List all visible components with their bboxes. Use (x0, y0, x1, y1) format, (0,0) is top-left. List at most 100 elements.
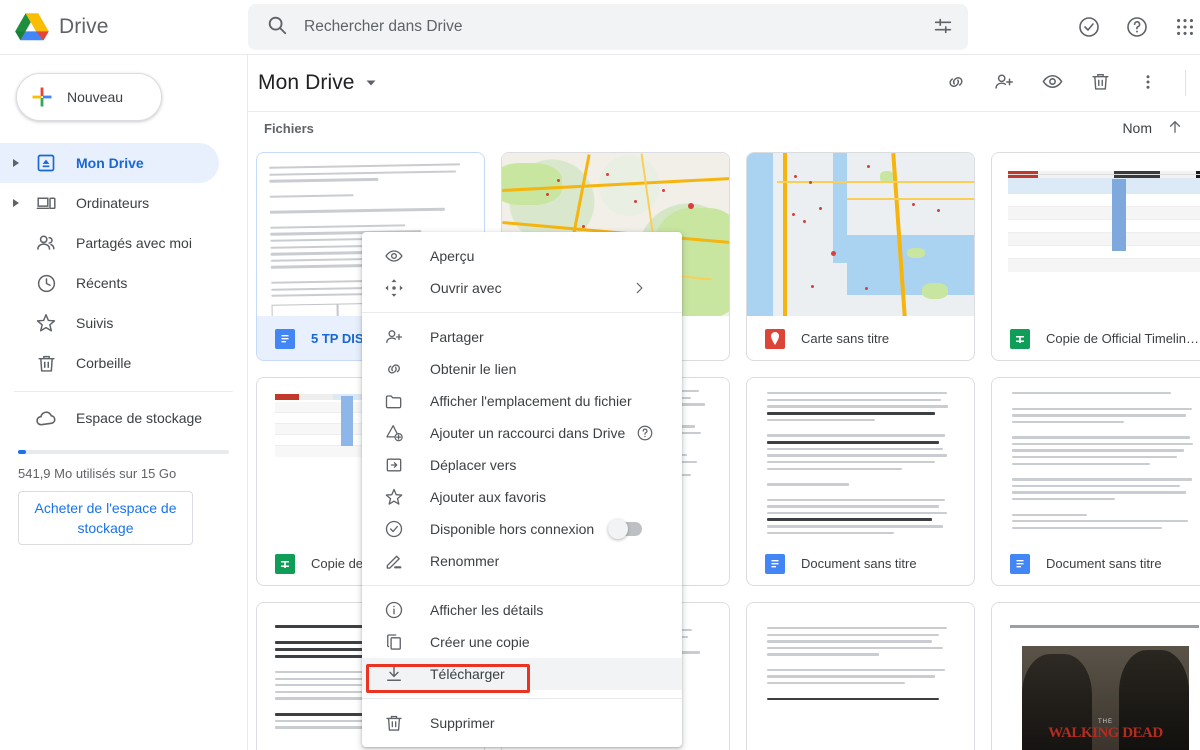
menu-item-ajouter-aux-favoris[interactable]: Ajouter aux favoris (362, 481, 682, 513)
person-add-icon (993, 71, 1015, 96)
file-name: Copie de Official Timeline... (1046, 331, 1200, 347)
expand-caret-icon[interactable] (6, 158, 26, 168)
sort-label: Nom (1122, 120, 1152, 136)
sidebar-item-suivis[interactable]: Suivis (0, 303, 219, 343)
sidebar-item-partages-avec-moi[interactable]: Partagés avec moi (0, 223, 219, 263)
sidebar-item-mon-drive[interactable]: Mon Drive (0, 143, 219, 183)
recent-clock-icon (34, 271, 58, 295)
sheets-file-icon (275, 553, 295, 574)
shared-with-me-icon (34, 231, 58, 255)
file-card[interactable]: Copie de Official Timeline... (991, 152, 1200, 361)
support-check-icon[interactable] (1070, 8, 1108, 46)
move-to-icon (384, 455, 404, 475)
file-card[interactable]: Document sans titre (746, 377, 975, 586)
header-divider (1185, 70, 1186, 96)
delete-button[interactable] (1081, 64, 1119, 102)
arrow-up-icon[interactable] (1166, 118, 1184, 139)
file-card-footer: Carte sans titre (747, 316, 974, 360)
file-card-footer: Document sans titre (992, 541, 1200, 585)
help-icon[interactable] (636, 424, 654, 442)
eye-icon (1041, 70, 1064, 96)
menu-item-ouvrir-avec[interactable]: Ouvrir avec (362, 272, 682, 304)
poster-image: WALKING DEAD THE (1022, 645, 1189, 750)
expand-caret-icon[interactable] (6, 198, 26, 208)
sheets-file-icon (1010, 328, 1030, 349)
starred-icon (34, 311, 58, 335)
menu-item-obtenir-le-lien[interactable]: Obtenir le lien (362, 353, 682, 385)
sidebar-item-label: Corbeille (76, 355, 132, 371)
menu-item-label: Aperçu (430, 248, 475, 264)
file-card[interactable] (746, 602, 975, 750)
new-button-label: Nouveau (67, 89, 124, 105)
menu-item-label: Créer une copie (430, 634, 530, 650)
menu-item-apercu[interactable]: Aperçu (362, 240, 682, 272)
chevron-right-icon (632, 281, 646, 295)
sidebar-nav: Mon Drive Ordinateurs Partagés avec moi … (0, 143, 247, 545)
sidebar-item-label: Suivis (76, 315, 114, 331)
menu-item-telecharger[interactable]: Télécharger (362, 658, 682, 690)
file-name: Document sans titre (801, 556, 917, 572)
docs-file-icon (765, 553, 785, 574)
main-header: Mon Drive (248, 55, 1200, 111)
my-drive-icon (34, 151, 58, 175)
menu-item-label: Afficher l'emplacement du fichier (430, 393, 632, 409)
sidebar-item-corbeille[interactable]: Corbeille (0, 343, 219, 383)
top-bar: Drive (0, 0, 1200, 55)
offline-check-icon (384, 519, 404, 539)
menu-item-deplacer-vers[interactable]: Déplacer vers (362, 449, 682, 481)
sidebar-item-label: Partagés avec moi (76, 235, 192, 251)
offline-toggle[interactable] (608, 519, 642, 539)
star-icon (384, 487, 404, 507)
buy-storage-button[interactable]: Acheter de l'espace de stockage (18, 491, 193, 545)
sidebar-item-ordinateurs[interactable]: Ordinateurs (0, 183, 219, 223)
docs-file-icon (1010, 553, 1030, 574)
menu-item-label: Ajouter aux favoris (430, 489, 546, 505)
sub-bar: Fichiers Nom (248, 111, 1200, 144)
add-shortcut-icon (384, 423, 404, 443)
breadcrumb[interactable]: Mon Drive (258, 71, 355, 95)
file-name: Document sans titre (1046, 556, 1162, 572)
menu-item-ajouter-raccourci[interactable]: Ajouter un raccourci dans Drive (362, 417, 682, 449)
storage-usage-text: 541,9 Mo utilisés sur 15 Go (18, 466, 177, 481)
apps-grid-icon[interactable] (1166, 8, 1200, 46)
share-button[interactable] (985, 64, 1023, 102)
more-options-button[interactable] (1129, 64, 1167, 102)
storage-section: Espace de stockage 541,9 Mo utilisés sur… (0, 398, 247, 545)
menu-item-label: Télécharger (430, 666, 505, 682)
file-thumbnail (992, 378, 1200, 542)
tune-icon (932, 15, 954, 40)
help-icon[interactable] (1118, 8, 1156, 46)
brand: Drive (0, 11, 248, 43)
preview-button[interactable] (1033, 64, 1071, 102)
menu-item-supprimer[interactable]: Supprimer (362, 707, 682, 739)
download-icon (384, 664, 404, 684)
context-menu: Aperçu Ouvrir avec Partager Obtenir le l… (362, 232, 682, 747)
menu-item-label: Ajouter un raccourci dans Drive (430, 425, 626, 441)
search-options-button[interactable] (921, 5, 965, 49)
storage-link[interactable]: Espace de stockage (0, 398, 247, 438)
file-thumbnail (747, 603, 974, 750)
file-thumbnail (747, 153, 974, 317)
menu-item-creer-une-copie[interactable]: Créer une copie (362, 626, 682, 658)
file-card[interactable]: Carte sans titre (746, 152, 975, 361)
search-bar[interactable] (248, 4, 968, 50)
get-link-button[interactable] (937, 64, 975, 102)
menu-item-label: Afficher les détails (430, 602, 544, 618)
search-input[interactable] (304, 18, 921, 36)
sidebar-item-label: Mon Drive (76, 155, 144, 171)
menu-item-afficher-les-details[interactable]: Afficher les détails (362, 594, 682, 626)
menu-item-renommer[interactable]: Renommer (362, 545, 682, 577)
link-icon (945, 71, 967, 96)
menu-item-partager[interactable]: Partager (362, 321, 682, 353)
chevron-down-icon[interactable] (365, 77, 377, 89)
sort-control[interactable]: Nom (1122, 118, 1190, 139)
menu-item-afficher-emplacement[interactable]: Afficher l'emplacement du fichier (362, 385, 682, 417)
menu-item-disponible-hors-connexion[interactable]: Disponible hors connexion (362, 513, 682, 545)
docs-file-icon (275, 328, 295, 349)
sidebar-item-recents[interactable]: Récents (0, 263, 219, 303)
cloud-icon (34, 406, 58, 430)
file-card[interactable]: Document sans titre (991, 377, 1200, 586)
open-with-icon (384, 278, 404, 298)
file-card[interactable]: WALKING DEAD THE (991, 602, 1200, 750)
new-button[interactable]: Nouveau (16, 73, 162, 121)
